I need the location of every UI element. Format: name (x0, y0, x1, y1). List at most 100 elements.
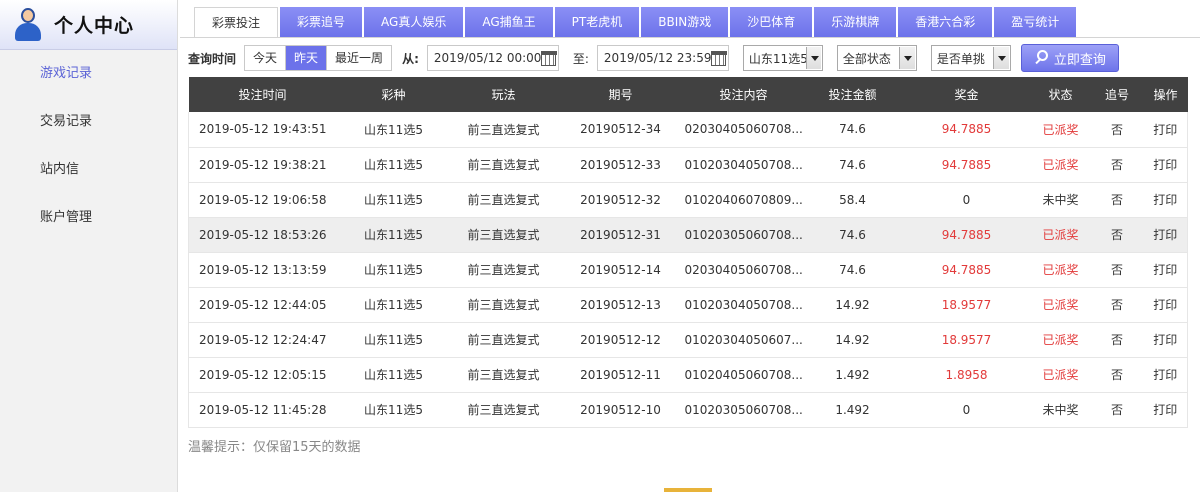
issue-cell: 20190512-13 (556, 287, 685, 323)
issue-cell: 20190512-33 (556, 147, 685, 183)
issue-cell: 20190512-31 (556, 217, 685, 253)
table-row[interactable]: 2019-05-12 19:38:21 山东11选5 前三直选复式 20190512-… (188, 147, 1188, 183)
col-issue: 期号 (556, 77, 685, 112)
from-label: 从: (402, 51, 419, 66)
col-action: 操作 (1143, 77, 1188, 112)
table-body: 2019-05-12 19:43:51 山东11选5 前三直选复式 20190512-… (188, 112, 1188, 428)
sidebar-item-account-management[interactable]: 账户管理 (0, 194, 177, 242)
tab-profit-loss[interactable]: 盈亏统计 (994, 7, 1077, 37)
table-row[interactable]: 2019-05-12 12:24:47 山东11选5 前三直选复式 20190512-… (188, 322, 1188, 358)
chase-cell: 否 (1090, 287, 1144, 323)
col-amount: 投注金额 (802, 77, 903, 112)
tab-bar: 彩票投注 彩票追号 AG真人娱乐 AG捕鱼王 PT老虎机 BBIN游戏 沙巴体育… (194, 7, 1078, 37)
status-cell: 未中奖 (1030, 392, 1091, 428)
print-link[interactable]: 打印 (1143, 252, 1188, 288)
print-link[interactable]: 打印 (1143, 322, 1188, 358)
tab-divider (180, 37, 1200, 38)
tab-leyou-chess[interactable]: 乐游棋牌 (814, 7, 897, 37)
print-link[interactable]: 打印 (1143, 287, 1188, 323)
tab-ag-live[interactable]: AG真人娱乐 (364, 7, 464, 37)
calendar-icon[interactable] (711, 50, 728, 66)
search-icon (1034, 50, 1050, 66)
prize-cell: 0 (902, 182, 1031, 218)
single-bet-select-value: 是否单挑 (936, 51, 985, 66)
table-row[interactable]: 2019-05-12 18:53:26 山东11选5 前三直选复式 20190512-… (188, 217, 1188, 253)
chevron-down-icon[interactable] (992, 47, 1009, 69)
lottery-cell: 山东11选5 (336, 392, 451, 428)
from-date-input[interactable]: 2019/05/12 00:00 (426, 45, 559, 71)
table-row[interactable]: 2019-05-12 12:44:05 山东11选5 前三直选复式 20190512-… (188, 287, 1188, 323)
lottery-cell: 山东11选5 (336, 112, 451, 148)
tab-ag-fishing[interactable]: AG捕鱼王 (465, 7, 553, 37)
chase-cell: 否 (1090, 217, 1144, 253)
calendar-icon[interactable] (541, 50, 558, 66)
tab-lottery-bets[interactable]: 彩票投注 (194, 7, 279, 37)
pagination-stub (664, 488, 712, 492)
sidebar-item-game-records[interactable]: 游戏记录 (0, 50, 177, 98)
range-today-button[interactable]: 今天 (245, 46, 287, 70)
lottery-select[interactable]: 山东11选5 (742, 45, 823, 71)
lottery-cell: 山东11选5 (336, 147, 451, 183)
bet-time-cell: 2019-05-12 11:45:28 (188, 392, 337, 428)
lottery-cell: 山东11选5 (336, 182, 451, 218)
tab-pt-slots[interactable]: PT老虎机 (554, 7, 640, 37)
print-link[interactable]: 打印 (1143, 147, 1188, 183)
retention-tip: 温馨提示：仅保留15天的数据 (188, 440, 361, 455)
chase-cell: 否 (1090, 112, 1144, 148)
col-status: 状态 (1030, 77, 1091, 112)
content-cell: 01020304050708... (684, 287, 803, 323)
content-cell: 01020305060708... (684, 392, 803, 428)
print-link[interactable]: 打印 (1143, 392, 1188, 428)
table-row[interactable]: 2019-05-12 11:45:28 山东11选5 前三直选复式 20190512-… (188, 392, 1188, 428)
status-cell: 未中奖 (1030, 182, 1091, 218)
from-date-value: 2019/05/12 00:00 (433, 51, 542, 65)
tab-saba-sports[interactable]: 沙巴体育 (730, 7, 813, 37)
prize-cell: 18.9577 (902, 322, 1031, 358)
status-select[interactable]: 全部状态 (836, 45, 917, 71)
tab-lottery-chase[interactable]: 彩票追号 (280, 7, 363, 37)
status-cell: 已派奖 (1030, 112, 1091, 148)
sidebar-item-transaction-records[interactable]: 交易记录 (0, 98, 177, 146)
single-bet-select[interactable]: 是否单挑 (930, 45, 1011, 71)
to-date-input[interactable]: 2019/05/12 23:59 (596, 45, 729, 71)
amount-cell: 74.6 (802, 217, 903, 253)
range-yesterday-button[interactable]: 昨天 (286, 46, 328, 70)
query-button[interactable]: 立即查询 (1020, 44, 1119, 72)
issue-cell: 20190512-14 (556, 252, 685, 288)
chevron-down-icon[interactable] (898, 47, 915, 69)
chevron-down-icon[interactable] (805, 47, 821, 69)
table-row[interactable]: 2019-05-12 19:43:51 山东11选5 前三直选复式 20190512-… (188, 112, 1188, 148)
amount-cell: 74.6 (802, 112, 903, 148)
chase-cell: 否 (1090, 147, 1144, 183)
status-cell: 已派奖 (1030, 287, 1091, 323)
print-link[interactable]: 打印 (1143, 182, 1188, 218)
table-row[interactable]: 2019-05-12 12:05:15 山东11选5 前三直选复式 20190512-… (188, 357, 1188, 393)
lottery-cell: 山东11选5 (336, 287, 451, 323)
bet-records-table: 投注时间 彩种 玩法 期号 投注内容 投注金额 奖金 状态 追号 操作 2019… (188, 77, 1188, 428)
play-cell: 前三直选复式 (450, 182, 557, 218)
amount-cell: 74.6 (802, 147, 903, 183)
chase-cell: 否 (1090, 392, 1144, 428)
issue-cell: 20190512-11 (556, 357, 685, 393)
play-cell: 前三直选复式 (450, 217, 557, 253)
tab-hk-mark-six[interactable]: 香港六合彩 (898, 7, 993, 37)
print-link[interactable]: 打印 (1143, 217, 1188, 253)
bet-time-cell: 2019-05-12 12:44:05 (188, 287, 337, 323)
amount-cell: 14.92 (802, 322, 903, 358)
col-lottery: 彩种 (336, 77, 451, 112)
sidebar-item-messages[interactable]: 站内信 (0, 146, 177, 194)
prize-cell: 94.7885 (902, 147, 1031, 183)
chase-cell: 否 (1090, 182, 1144, 218)
table-row[interactable]: 2019-05-12 13:13:59 山东11选5 前三直选复式 20190512-… (188, 252, 1188, 288)
issue-cell: 20190512-32 (556, 182, 685, 218)
print-link[interactable]: 打印 (1143, 112, 1188, 148)
lottery-cell: 山东11选5 (336, 252, 451, 288)
tab-bbin-games[interactable]: BBIN游戏 (641, 7, 729, 37)
print-link[interactable]: 打印 (1143, 357, 1188, 393)
chase-cell: 否 (1090, 252, 1144, 288)
table-row[interactable]: 2019-05-12 19:06:58 山东11选5 前三直选复式 20190512-… (188, 182, 1188, 218)
play-cell: 前三直选复式 (450, 322, 557, 358)
range-last-week-button[interactable]: 最近一周 (327, 46, 391, 70)
date-range-selector: 今天 昨天 最近一周 (244, 45, 393, 71)
to-date-value: 2019/05/12 23:59 (603, 51, 712, 65)
